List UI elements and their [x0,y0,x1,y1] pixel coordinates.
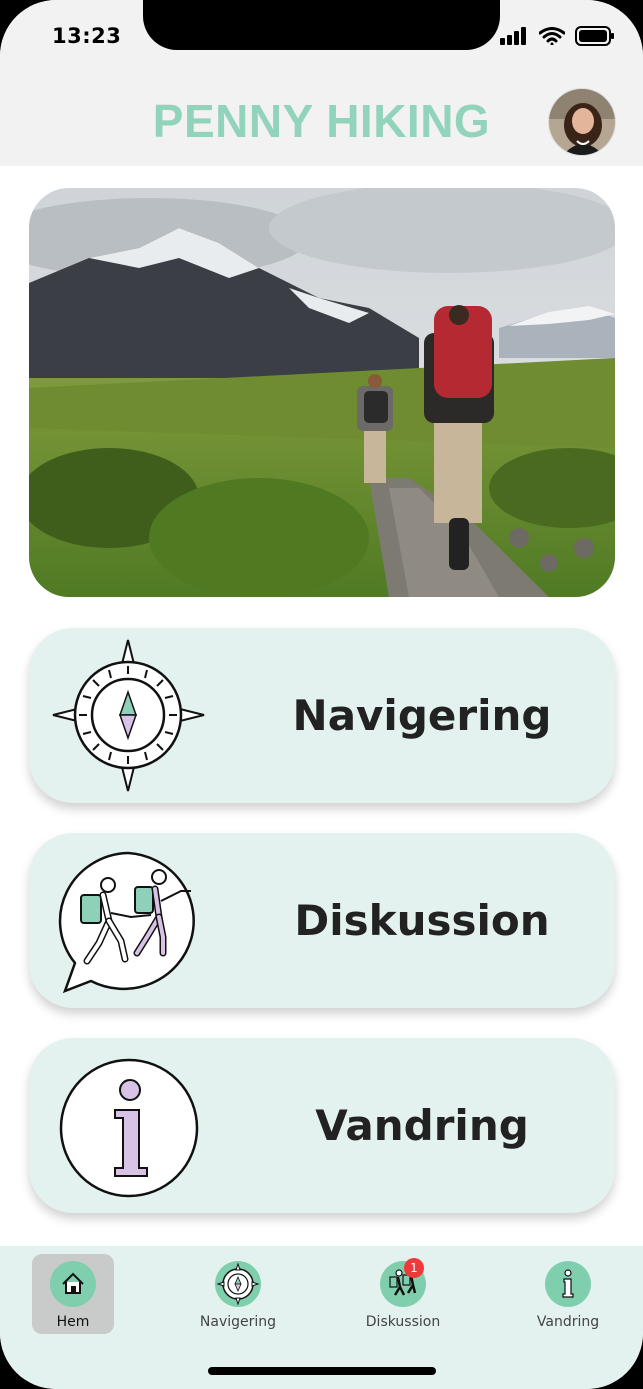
tab-bar: Hem Navigering 1 Diskussion Vandring [0,1246,643,1389]
status-bar: 13:23 [0,0,643,70]
info-icon [545,1261,591,1307]
tab-label: Diskussion [365,1314,441,1330]
tab-hem[interactable]: Hem [32,1254,114,1334]
card-diskussion[interactable]: Diskussion [29,833,615,1008]
phone-screen: 13:23 PENNY HIKING Navigering Diskussion… [0,0,643,1389]
hikers-chat-icon [58,851,195,994]
card-navigering[interactable]: Navigering [29,628,615,803]
compass-icon [52,639,205,792]
tab-vandring[interactable]: Vandring [527,1254,609,1334]
card-label: Vandring [315,1101,529,1150]
tab-label: Vandring [536,1314,600,1330]
user-avatar[interactable] [548,88,616,156]
tab-label: Hem [56,1314,90,1330]
card-label: Diskussion [294,896,550,945]
compass-icon [215,1261,261,1307]
card-vandring[interactable]: Vandring [29,1038,615,1213]
card-label: Navigering [292,691,552,740]
info-icon [59,1058,199,1198]
tab-navigering[interactable]: Navigering [197,1254,279,1334]
notification-badge: 1 [404,1258,424,1278]
wifi-icon [539,27,565,45]
notch [143,0,500,50]
tab-diskussion[interactable]: 1 Diskussion [362,1254,444,1334]
tab-label: Navigering [199,1314,277,1330]
home-indicator [208,1367,436,1375]
battery-icon [575,26,614,46]
hero-image [29,188,615,597]
app-title: PENNY HIKING [152,95,491,147]
status-time: 13:23 [52,24,122,48]
app-header: PENNY HIKING [0,70,643,166]
status-icons [499,26,615,46]
signal-icon [500,27,526,45]
home-icon [50,1261,96,1307]
